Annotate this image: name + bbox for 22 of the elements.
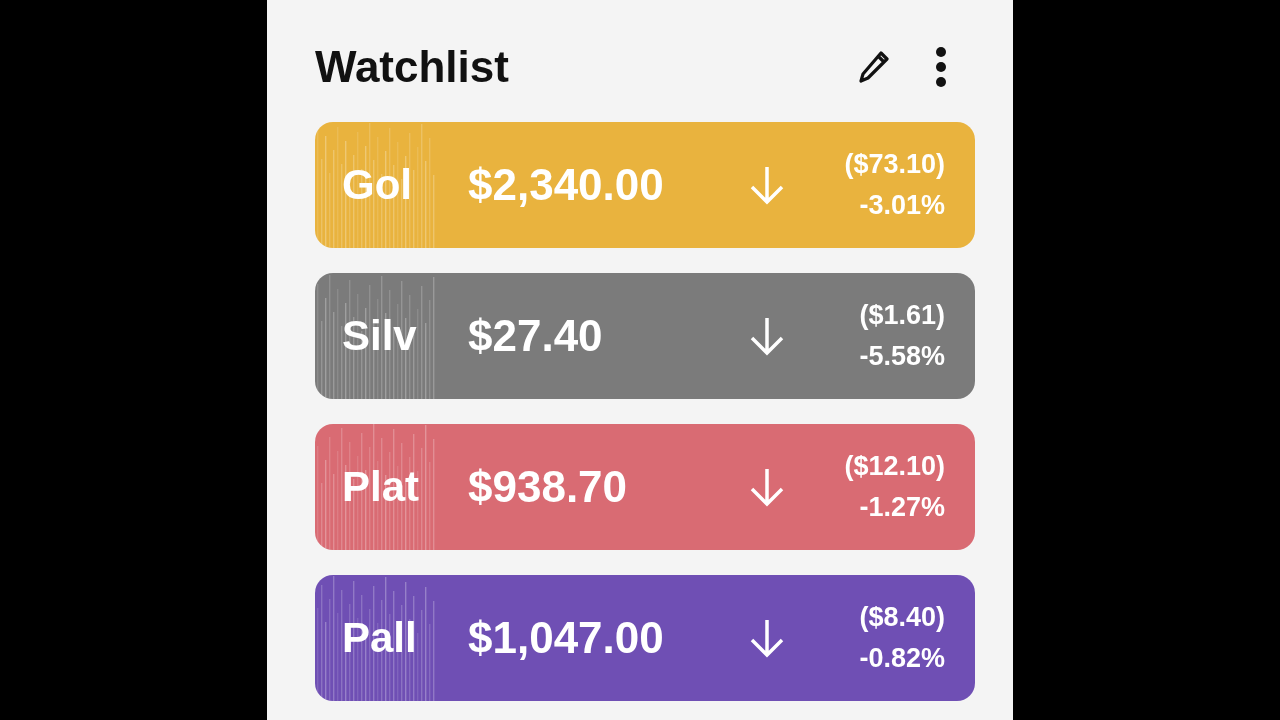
watchlist-title: Watchlist xyxy=(315,42,509,92)
watchlist-card[interactable]: Pall $1,047.00 ($8.40) -0.82% xyxy=(315,575,975,701)
asset-name: Gol xyxy=(342,161,413,209)
asset-name: Pall xyxy=(342,614,418,662)
asset-price: $27.40 xyxy=(468,311,604,361)
percent-change: -0.82% xyxy=(859,643,945,674)
watchlist-card[interactable]: Plat $938.70 ($12.10) -1.27% xyxy=(315,424,975,550)
asset-price: $938.70 xyxy=(468,462,629,512)
price-change: ($8.40) xyxy=(859,602,945,633)
asset-price: $1,047.00 xyxy=(468,613,665,663)
price-change: ($73.10) xyxy=(844,149,945,180)
asset-name: Silv xyxy=(342,312,418,360)
percent-change: -3.01% xyxy=(859,190,945,221)
more-options-icon[interactable] xyxy=(935,46,947,88)
asset-price: $2,340.00 xyxy=(468,160,665,210)
percent-change: -1.27% xyxy=(859,492,945,523)
asset-name: Plat xyxy=(342,463,421,511)
price-change: ($1.61) xyxy=(859,300,945,331)
watchlist-card[interactable]: Silv $27.40 ($1.61) -5.58% xyxy=(315,273,975,399)
price-change: ($12.10) xyxy=(844,451,945,482)
percent-change: -5.58% xyxy=(859,341,945,372)
pencil-icon[interactable] xyxy=(859,50,889,84)
